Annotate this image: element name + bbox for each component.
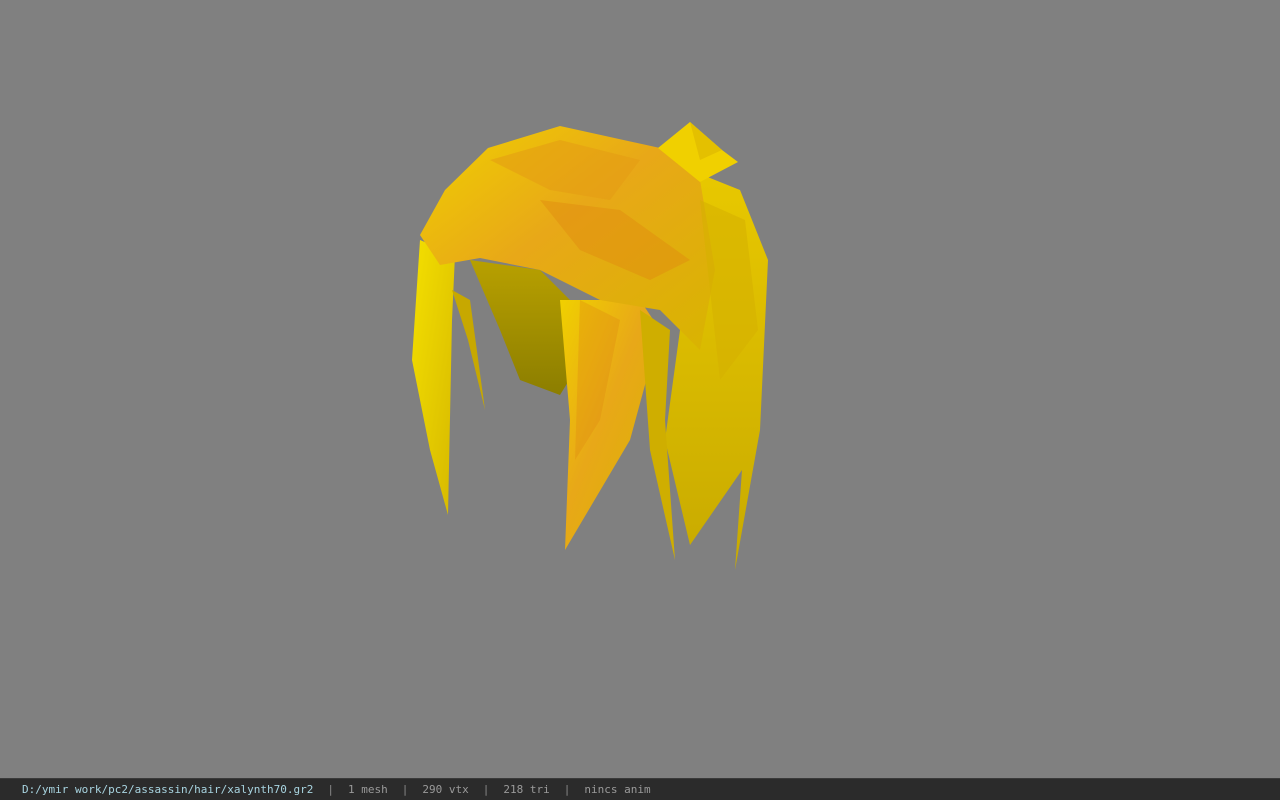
- hair-mesh-icon: [412, 122, 768, 570]
- vertex-count: 290 vtx: [422, 783, 469, 796]
- animation-status: nincs anim: [584, 783, 651, 796]
- triangle-count: 218 tri: [503, 783, 550, 796]
- status-separator: |: [482, 783, 490, 796]
- status-separator: |: [401, 783, 409, 796]
- status-separator: |: [563, 783, 571, 796]
- status-bar: D:/ymir work/pc2/assassin/hair/xalynth70…: [0, 778, 1280, 800]
- 3d-viewport[interactable]: [0, 0, 1280, 778]
- status-separator: |: [327, 783, 335, 796]
- mesh-count: 1 mesh: [348, 783, 388, 796]
- file-path: D:/ymir work/pc2/assassin/hair/xalynth70…: [22, 783, 314, 796]
